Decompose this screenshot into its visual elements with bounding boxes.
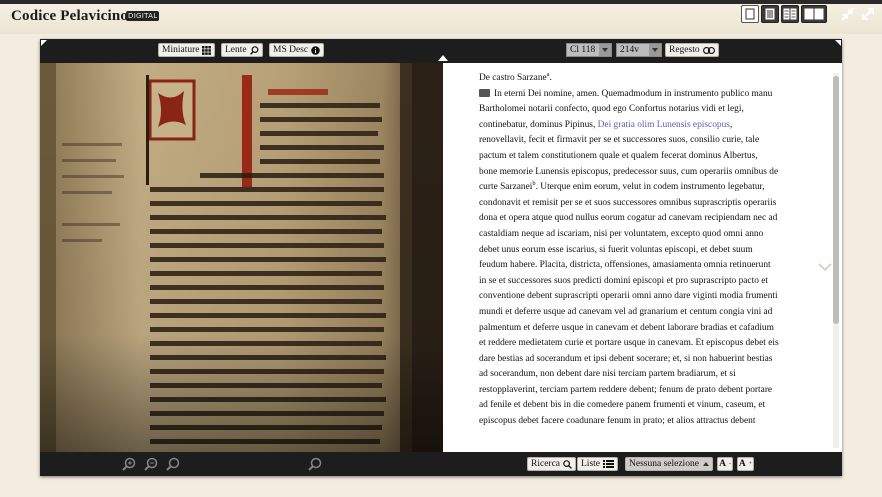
corner-marker — [835, 40, 841, 46]
text-only-icon — [765, 8, 775, 20]
zoom-in-icon[interactable] — [122, 457, 136, 471]
list-icon — [603, 460, 614, 468]
search-icon — [249, 45, 259, 55]
regesto-button[interactable]: Regesto — [665, 43, 719, 57]
manuscript-image — [40, 63, 443, 452]
parallel-text-icon — [783, 8, 797, 20]
chevron-down-icon — [599, 44, 611, 56]
split-toggle-icon[interactable] — [438, 55, 448, 61]
manuscript-image-viewer[interactable] — [40, 63, 443, 452]
thumbnails-label: Miniature — [162, 45, 200, 55]
selection-select[interactable]: Nessuna selezione — [625, 457, 713, 471]
grid-icon — [202, 45, 212, 55]
info-icon — [311, 45, 320, 55]
minus-icon: - — [728, 461, 731, 467]
witness-value: Cl 118 — [570, 45, 596, 55]
zoom-out-icon[interactable] — [144, 457, 158, 471]
book-icon — [804, 8, 824, 20]
magnifier-button[interactable]: Lente — [221, 43, 263, 57]
font-increase-button[interactable]: A + — [737, 457, 754, 471]
app-title[interactable]: Codice Pelavicino — [11, 8, 128, 25]
critical-note-marker[interactable]: a — [547, 71, 550, 78]
header-stripe — [0, 0, 882, 4]
transcription-text: De castro Sarzanea. In eterni Dei nomine… — [479, 71, 809, 430]
page-select[interactable]: 214v — [616, 43, 662, 57]
ms-desc-button[interactable]: MS Desc — [269, 43, 325, 57]
chevron-down-icon[interactable] — [818, 262, 832, 272]
fullscreen-icon[interactable] — [840, 6, 856, 22]
ms-desc-label: MS Desc — [273, 45, 309, 55]
image-link-icon[interactable] — [479, 88, 490, 97]
expand-icon[interactable] — [860, 6, 876, 22]
view-mode-switch — [741, 5, 827, 23]
search-icon — [563, 459, 572, 469]
view-single-button[interactable] — [741, 5, 759, 23]
selection-value: Nessuna selezione — [629, 459, 699, 469]
font-decrease-button[interactable]: A- — [717, 457, 733, 471]
plus-icon: + — [748, 461, 753, 467]
corner-marker — [41, 40, 47, 46]
magnifier-label: Lente — [225, 45, 247, 55]
font-decrease-label: A — [719, 459, 726, 469]
scrollbar-thumb[interactable] — [833, 76, 839, 324]
page-value: 214v — [620, 45, 639, 55]
search-label: Ricerca — [531, 459, 561, 469]
regesto-label: Regesto — [669, 45, 700, 55]
lists-label: Liste — [581, 459, 600, 469]
link-icon — [702, 46, 715, 54]
witness-select[interactable]: Cl 118 — [566, 43, 612, 57]
app-header: Codice Pelavicino DIGITAL — [0, 0, 882, 34]
font-increase-label: A — [738, 459, 746, 469]
text-heading: De castro Sarzanea. — [479, 70, 552, 83]
search-button[interactable]: Ricerca — [527, 457, 577, 471]
chevron-up-icon — [703, 462, 709, 466]
viewer-frame: Miniature Lente MS Desc Cl 118 214v Rege… — [40, 39, 842, 476]
lists-button[interactable]: Liste — [577, 457, 618, 471]
app-badge: DIGITAL — [126, 11, 160, 21]
view-parallel-button[interactable] — [781, 5, 799, 23]
chevron-down-icon — [649, 44, 661, 56]
view-book-button[interactable] — [801, 5, 827, 23]
thumbnails-button[interactable]: Miniature — [158, 43, 216, 57]
single-page-icon — [745, 8, 755, 20]
zoom-reset-icon[interactable] — [166, 457, 180, 471]
text-bottom-toolbar: Ricerca Liste Nessuna selezione A- A + — [443, 452, 842, 476]
zoom-fit-icon[interactable] — [308, 457, 322, 471]
image-zoom-bar — [40, 452, 443, 476]
transcription-pane[interactable]: De castro Sarzanea. In eterni Dei nomine… — [443, 63, 842, 452]
view-text-button[interactable] — [761, 5, 779, 23]
named-entity-link[interactable]: Dei gratia olim Lunensis episcopus — [598, 120, 730, 130]
